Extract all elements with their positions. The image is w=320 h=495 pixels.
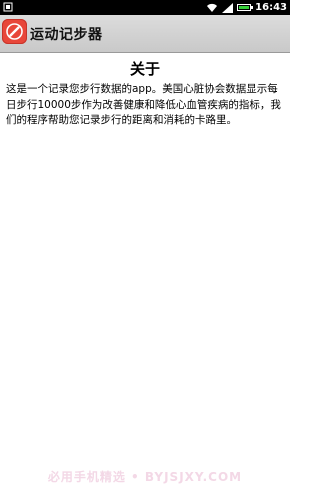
screen: 16:43 运动记步器 关于 这是一个记录您步行数据的app。美国心脏协会数据显… bbox=[0, 0, 290, 495]
battery-icon bbox=[237, 4, 254, 11]
wifi-icon bbox=[207, 3, 218, 12]
notification-icon bbox=[3, 2, 13, 12]
app-icon[interactable] bbox=[2, 19, 27, 44]
page-heading: 关于 bbox=[129, 60, 160, 78]
signal-icon bbox=[222, 2, 234, 13]
app-title: 运动记步器 bbox=[30, 27, 103, 43]
watermark: 必用手机精选 • BYJSJXY.COM bbox=[47, 470, 243, 484]
pencil-icon bbox=[6, 23, 23, 40]
status-time: 16:43 bbox=[255, 2, 287, 13]
status-bar: 16:43 bbox=[0, 0, 290, 15]
about-text: 这是一个记录您步行数据的app。美国心脏协会数据显示每日步行10000步作为改善… bbox=[6, 83, 281, 126]
status-indicators: 16:43 bbox=[206, 0, 287, 15]
action-bar: 运动记步器 bbox=[0, 15, 290, 53]
